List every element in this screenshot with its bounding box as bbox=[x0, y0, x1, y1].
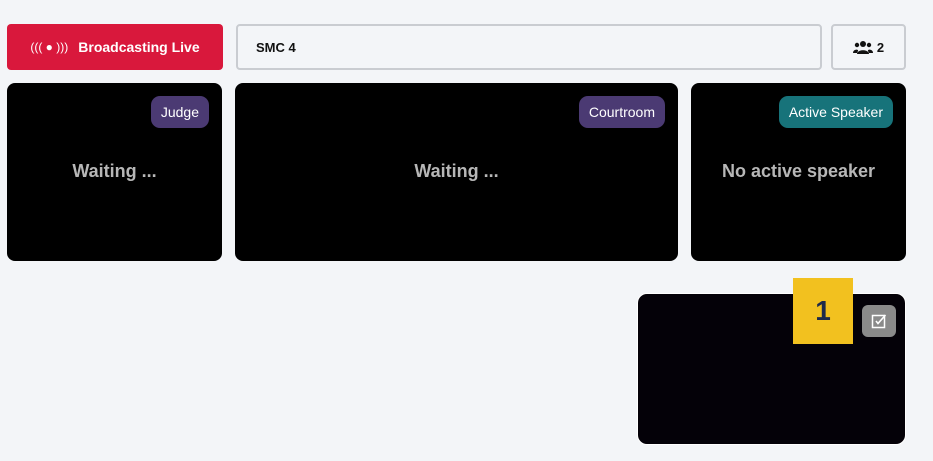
marker-badge: 1 bbox=[793, 278, 853, 344]
courtroom-status: Waiting ... bbox=[414, 161, 499, 181]
edit-button[interactable] bbox=[862, 305, 896, 337]
broadcasting-live-button[interactable]: ((( ● ))) Broadcasting Live bbox=[7, 24, 223, 70]
judge-video-tile[interactable]: Judge Waiting ... bbox=[7, 83, 222, 261]
judge-status: Waiting ... bbox=[72, 161, 157, 181]
active-speaker-badge: Active Speaker bbox=[778, 96, 893, 128]
self-view-tile[interactable]: 1 bbox=[637, 278, 906, 445]
active-speaker-video-tile[interactable]: Active Speaker No active speaker bbox=[691, 83, 906, 261]
top-bar: ((( ● ))) Broadcasting Live SMC 4 2 bbox=[7, 24, 906, 70]
edit-square-icon bbox=[871, 314, 887, 329]
active-speaker-status: No active speaker bbox=[721, 161, 876, 181]
broadcast-icon: ((( ● ))) bbox=[30, 40, 69, 54]
judge-badge: Judge bbox=[150, 96, 209, 128]
room-name-field[interactable]: SMC 4 bbox=[236, 24, 822, 70]
participant-count: 2 bbox=[876, 39, 885, 55]
participants-button[interactable]: 2 bbox=[831, 24, 906, 70]
room-name: SMC 4 bbox=[256, 39, 296, 55]
broadcasting-live-label: Broadcasting Live bbox=[78, 39, 200, 55]
courtroom-badge: Courtroom bbox=[578, 96, 665, 128]
courtroom-video-tile[interactable]: Courtroom Waiting ... bbox=[235, 83, 678, 261]
users-icon bbox=[852, 41, 873, 54]
